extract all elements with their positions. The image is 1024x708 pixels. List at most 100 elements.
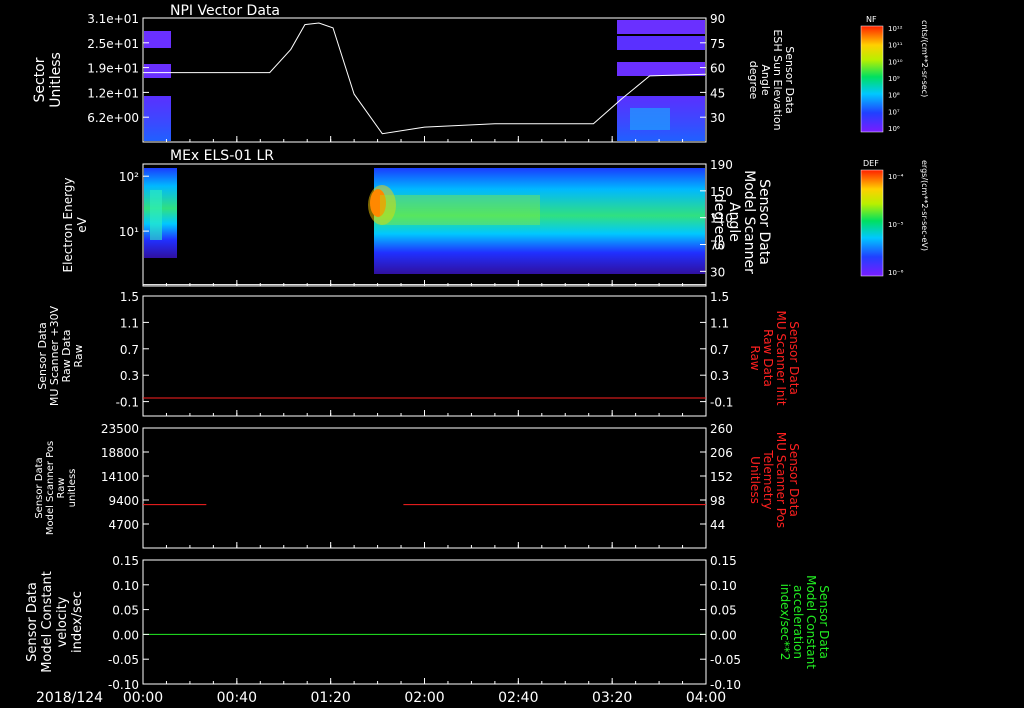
axis-label-line: Model Constant xyxy=(40,571,55,673)
right-tick-label: 75 xyxy=(710,37,725,51)
els-left-label: Electron Energy eV xyxy=(61,177,89,272)
left-tick-label: -0.1 xyxy=(116,396,139,410)
right-tick-label: 44 xyxy=(710,518,725,532)
npi-colorbar-label: NF xyxy=(866,15,877,24)
axis-label-line: acceleration xyxy=(791,585,805,659)
x-tick-label: 00:40 xyxy=(217,690,257,706)
axis-label-line: Raw Data xyxy=(761,329,775,387)
axis-label-line: Raw xyxy=(72,344,85,367)
left-tick-label: 0.7 xyxy=(120,343,139,357)
axis-label-line: Sector xyxy=(32,57,48,102)
npi-left-label: Sector Unitless xyxy=(32,52,64,108)
plot-canvas: 00:00 00:40 01:20 02:00 02:40 03:20 04:00 3.1e+… xyxy=(25,3,929,706)
axis-label-line: Sensor Data xyxy=(787,443,801,517)
right-tick-label: 152 xyxy=(710,470,733,484)
right-tick-label: 90 xyxy=(710,12,725,26)
vel-left-label: Sensor Data Model Constant velocity inde… xyxy=(25,571,85,673)
x-tick-label: 02:40 xyxy=(498,690,538,706)
axis-label-line: degrees xyxy=(711,194,727,250)
mu30-right-label: Sensor Data MU Scanner Init Raw Data Raw xyxy=(748,310,801,405)
right-tick-label: 45 xyxy=(710,86,725,100)
vel-right-label: Sensor Data Model Constant acceleration … xyxy=(778,575,831,669)
right-tick-label: -0.10 xyxy=(710,678,741,692)
left-tick-label: 1.9e+01 xyxy=(87,62,139,76)
left-tick-label: 10¹ xyxy=(119,225,139,239)
right-tick-label: 206 xyxy=(710,446,733,460)
right-tick-label: 0.7 xyxy=(710,343,729,357)
axis-label-line: Model Constant xyxy=(804,575,818,669)
axis-label-line: index/sec xyxy=(70,591,85,653)
npi-colorbar-scale xyxy=(860,25,884,133)
left-tick-label: 1.1 xyxy=(120,316,139,330)
left-tick-label: 1.2e+01 xyxy=(87,86,139,100)
left-tick-label: 4700 xyxy=(108,518,139,532)
axis-label-line: Sensor Data xyxy=(25,582,40,662)
axis-label-line: Model Scanner Pos xyxy=(45,441,56,535)
right-tick-label: 0.3 xyxy=(710,369,729,383)
axis-label-line: degree xyxy=(747,61,760,100)
x-tick-label: 02:00 xyxy=(404,690,444,706)
right-tick-label: 1.1 xyxy=(710,316,729,330)
right-tick-label: 260 xyxy=(710,422,733,436)
x-tick-label: 01:20 xyxy=(310,690,350,706)
pos-right-label: Sensor Data MU Scanner Pos Telemetry Uni… xyxy=(748,432,801,528)
right-tick-label: 0.10 xyxy=(710,579,737,593)
colorbar-tick-label: 10⁻⁴ xyxy=(888,173,904,181)
npi-panel-title: NPI Vector Data xyxy=(170,3,280,19)
npi-right-label: Sensor Data ESH Sun Elevation Angle degr… xyxy=(747,29,796,130)
x-tick-label: 04:00 xyxy=(686,690,726,706)
colorbar-tick-label: 10⁻⁵ xyxy=(888,221,904,229)
colorbar-tick-label: 10¹¹ xyxy=(888,42,903,50)
right-tick-label: 98 xyxy=(710,494,725,508)
vel-panel-frame xyxy=(142,559,707,685)
date-label: 2018/124 xyxy=(36,690,103,706)
right-tick-label: 0.00 xyxy=(710,628,737,642)
axis-label-line: MU Scanner Init xyxy=(774,310,788,405)
left-tick-label: 10² xyxy=(119,170,139,184)
els-spectrogram xyxy=(144,168,705,274)
els-colorbar-scale xyxy=(860,169,884,277)
colorbar-tick-label: 10⁶ xyxy=(888,125,900,133)
right-tick-label: 0.05 xyxy=(710,604,737,618)
colorbar-tick-label: 10¹⁰ xyxy=(888,58,903,66)
axis-label-line: Sensor Data xyxy=(34,457,45,518)
left-tick-label: 18800 xyxy=(101,446,139,460)
colorbar-tick-label: 10⁸ xyxy=(888,92,900,100)
left-tick-label: 3.1e+01 xyxy=(87,12,139,26)
pos-left-label: Sensor Data Model Scanner Pos Raw unitle… xyxy=(34,441,78,535)
axis-label-line: index/sec**2 xyxy=(778,584,792,661)
axis-label-line: Sensor Data xyxy=(787,321,801,395)
axis-label-line: unitless xyxy=(67,469,78,508)
left-tick-label: 6.2e+00 xyxy=(87,111,139,125)
colorbar-tick-label: 10⁻⁶ xyxy=(888,269,904,277)
left-tick-label: -0.05 xyxy=(108,653,139,667)
left-tick-label: 23500 xyxy=(101,422,139,436)
left-tick-label: 0.10 xyxy=(112,579,139,593)
left-tick-label: 2.5e+01 xyxy=(87,37,139,51)
colorbar-tick-label: 10¹² xyxy=(888,25,903,33)
axis-label-line: Raw xyxy=(748,345,762,370)
colorbar-tick-label: 10⁷ xyxy=(888,108,900,116)
axis-label-line: Unitless xyxy=(748,456,762,504)
els-colorbar-label: DEF xyxy=(863,159,879,168)
left-tick-label: 0.00 xyxy=(112,628,139,642)
axis-label-line: Unitless xyxy=(48,52,64,108)
left-tick-label: 0.15 xyxy=(112,554,139,568)
left-tick-label: 0.3 xyxy=(120,369,139,383)
axis-label-line: eV xyxy=(75,216,89,232)
pos-panel-frame xyxy=(142,427,707,549)
axis-label-line: Angle xyxy=(726,202,742,242)
left-tick-label: 9400 xyxy=(108,494,139,508)
els-colorbar-unit: ergs/(cm**2-sr-sec-eV) xyxy=(920,160,929,251)
npi-spectrogram xyxy=(144,20,705,141)
x-tick-label: 03:20 xyxy=(592,690,632,706)
els-panel-title: MEx ELS-01 LR xyxy=(170,148,274,164)
x-tick-label: 00:00 xyxy=(123,690,163,706)
axis-label-line: Raw xyxy=(56,477,67,498)
right-tick-label: 30 xyxy=(710,111,725,125)
right-tick-label: 30 xyxy=(710,265,725,279)
npi-colorbar-unit: cnts/(cm**2-sr-sec) xyxy=(920,20,929,97)
axis-label-line: velocity xyxy=(55,596,70,647)
right-tick-label: 60 xyxy=(710,62,725,76)
axis-label-line: Electron Energy xyxy=(61,177,75,272)
